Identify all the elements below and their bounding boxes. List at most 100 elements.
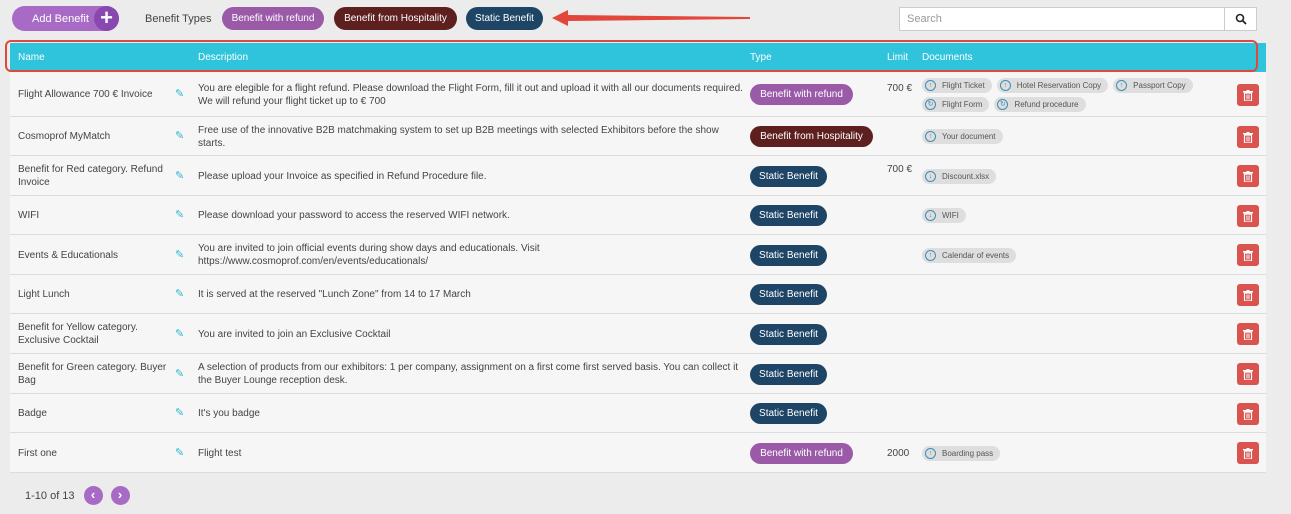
- document-label: Boarding pass: [942, 449, 994, 458]
- header-limit[interactable]: Limit: [887, 52, 908, 63]
- delete-button[interactable]: [1237, 284, 1259, 306]
- upload-icon: ↻: [997, 99, 1009, 110]
- benefit-name: Light Lunch: [18, 289, 70, 300]
- type-badge: Benefit with refund: [750, 443, 853, 464]
- document-label: Flight Ticket: [942, 81, 985, 90]
- delete-button[interactable]: [1237, 403, 1259, 425]
- header-type[interactable]: Type: [750, 52, 772, 63]
- benefit-name: Flight Allowance 700 € Invoice: [18, 89, 153, 100]
- document-label: Calendar of events: [942, 251, 1010, 260]
- table-row: Events & Educationals ✎ You are invited to…: [10, 235, 1266, 275]
- document-chip[interactable]: ↑ Flight Ticket: [922, 78, 992, 93]
- table-header: Name Description Type Limit Documents: [10, 43, 1266, 72]
- document-chip[interactable]: ↓ WIFI: [922, 208, 966, 223]
- delete-button[interactable]: [1237, 244, 1259, 266]
- benefit-name: Cosmoprof MyMatch: [18, 131, 111, 142]
- benefit-description: You are elegible for a flight refund. Pl…: [198, 83, 743, 107]
- document-label: Passport Copy: [1133, 81, 1186, 90]
- benefit-limit: 700 €: [887, 83, 913, 94]
- table-body: Flight Allowance 700 € Invoice ✎ You are e…: [10, 72, 1266, 473]
- document-label: WIFI: [942, 211, 959, 220]
- type-badge: Static Benefit: [750, 284, 827, 305]
- upload-icon: ↑: [925, 448, 936, 459]
- documents-list: ↓ WIFI: [922, 208, 1212, 223]
- header-description[interactable]: Description: [198, 52, 248, 63]
- table-row: Badge ✎ It's you badge Static Benefit: [10, 394, 1266, 433]
- trash-icon: [1243, 289, 1253, 301]
- delete-button[interactable]: [1237, 84, 1259, 106]
- header-name[interactable]: Name: [18, 52, 45, 63]
- benefit-description: Please download your password to access …: [198, 210, 510, 221]
- table-row: Flight Allowance 700 € Invoice ✎ You are e…: [10, 72, 1266, 117]
- table-row: Benefit for Red category. Refund Invoice…: [10, 156, 1266, 196]
- table-row: First one ✎ Flight test Benefit with refund…: [10, 433, 1266, 473]
- document-chip[interactable]: ↑ Hotel Reservation Copy: [996, 78, 1109, 93]
- delete-button[interactable]: [1237, 165, 1259, 187]
- delete-button[interactable]: [1237, 126, 1259, 148]
- trash-icon: [1243, 89, 1253, 101]
- delete-button[interactable]: [1237, 442, 1259, 464]
- type-badge: Benefit from Hospitality: [750, 126, 873, 147]
- trash-icon: [1243, 249, 1253, 261]
- benefit-description: You are invited to join an Exclusive Coc…: [198, 329, 391, 340]
- edit-icon[interactable]: ✎: [175, 287, 184, 300]
- table-row: Light Lunch ✎ It is served at the reserved…: [10, 275, 1266, 314]
- trash-icon: [1243, 368, 1253, 380]
- delete-button[interactable]: [1237, 363, 1259, 385]
- document-chip[interactable]: ↑ Boarding pass: [922, 446, 1001, 461]
- benefit-name: Badge: [18, 408, 47, 419]
- annotation-arrow-icon: [552, 10, 750, 26]
- benefit-description: Free use of the innovative B2B matchmaki…: [198, 125, 719, 149]
- benefit-name: Benefit for Yellow category. Exclusive C…: [18, 322, 138, 346]
- upload-icon: ↑: [925, 250, 936, 261]
- document-chip[interactable]: ↑ Calendar of events: [922, 248, 1017, 263]
- edit-icon[interactable]: ✎: [175, 367, 184, 380]
- edit-icon[interactable]: ✎: [175, 169, 184, 182]
- benefits-table: Name Description Type Limit Documents Fl…: [10, 43, 1266, 473]
- toolbar: Add Benefit + Benefit Types Benefit with…: [0, 0, 1291, 40]
- benefit-description: It is served at the reserved "Lunch Zone…: [198, 289, 471, 300]
- edit-icon[interactable]: ✎: [175, 327, 184, 340]
- filter-static-benefit[interactable]: Static Benefit: [466, 7, 543, 30]
- type-badge: Static Benefit: [750, 166, 827, 187]
- document-chip[interactable]: ↻ Refund procedure: [994, 97, 1086, 112]
- header-documents[interactable]: Documents: [922, 52, 973, 63]
- document-chip[interactable]: ↑ Your document: [922, 129, 1003, 144]
- type-badge: Static Benefit: [750, 324, 827, 345]
- edit-icon[interactable]: ✎: [175, 129, 184, 142]
- plus-icon: +: [94, 6, 119, 31]
- edit-icon[interactable]: ✎: [175, 406, 184, 419]
- document-chip[interactable]: ↓ Discount.xlsx: [922, 169, 997, 184]
- edit-icon[interactable]: ✎: [175, 208, 184, 221]
- trash-icon: [1243, 131, 1253, 143]
- documents-list: ↑ Calendar of events: [922, 248, 1212, 263]
- edit-icon[interactable]: ✎: [175, 446, 184, 459]
- search-input[interactable]: Search: [899, 7, 1225, 31]
- add-benefit-button[interactable]: Add Benefit +: [12, 6, 119, 31]
- upload-icon: ↓: [925, 171, 936, 182]
- trash-icon: [1243, 170, 1253, 182]
- delete-button[interactable]: [1237, 323, 1259, 345]
- table-row: Benefit for Yellow category. Exclusive C…: [10, 314, 1266, 354]
- trash-icon: [1243, 328, 1253, 340]
- documents-list: ↑ Your document: [922, 129, 1212, 144]
- table-row: WIFI ✎ Please download your password to ac…: [10, 196, 1266, 235]
- delete-button[interactable]: [1237, 205, 1259, 227]
- upload-icon: ↻: [925, 99, 936, 110]
- document-chip[interactable]: ↻ Flight Form: [922, 97, 990, 112]
- next-page-button[interactable]: ›: [110, 486, 130, 505]
- benefit-types-label: Benefit Types: [145, 13, 212, 25]
- document-chip[interactable]: ↑ Passport Copy: [1113, 78, 1193, 93]
- search-button[interactable]: [1224, 7, 1257, 31]
- edit-icon[interactable]: ✎: [175, 248, 184, 261]
- type-badge: Static Benefit: [750, 245, 827, 266]
- filter-benefit-from-hospitality[interactable]: Benefit from Hospitality: [334, 7, 457, 30]
- documents-list: ↑ Flight Ticket ↑ Hotel Reservation Copy ↑ Pa…: [922, 78, 1212, 112]
- pagination: 1-10 of 13 ‹ ›: [25, 486, 138, 505]
- edit-icon[interactable]: ✎: [175, 87, 184, 100]
- prev-page-button[interactable]: ‹: [83, 486, 103, 505]
- filter-benefit-with-refund[interactable]: Benefit with refund: [222, 7, 324, 30]
- table-row: Cosmoprof MyMatch ✎ Free use of the innova…: [10, 117, 1266, 156]
- search-icon: [1235, 13, 1247, 25]
- add-benefit-label: Add Benefit: [32, 12, 89, 25]
